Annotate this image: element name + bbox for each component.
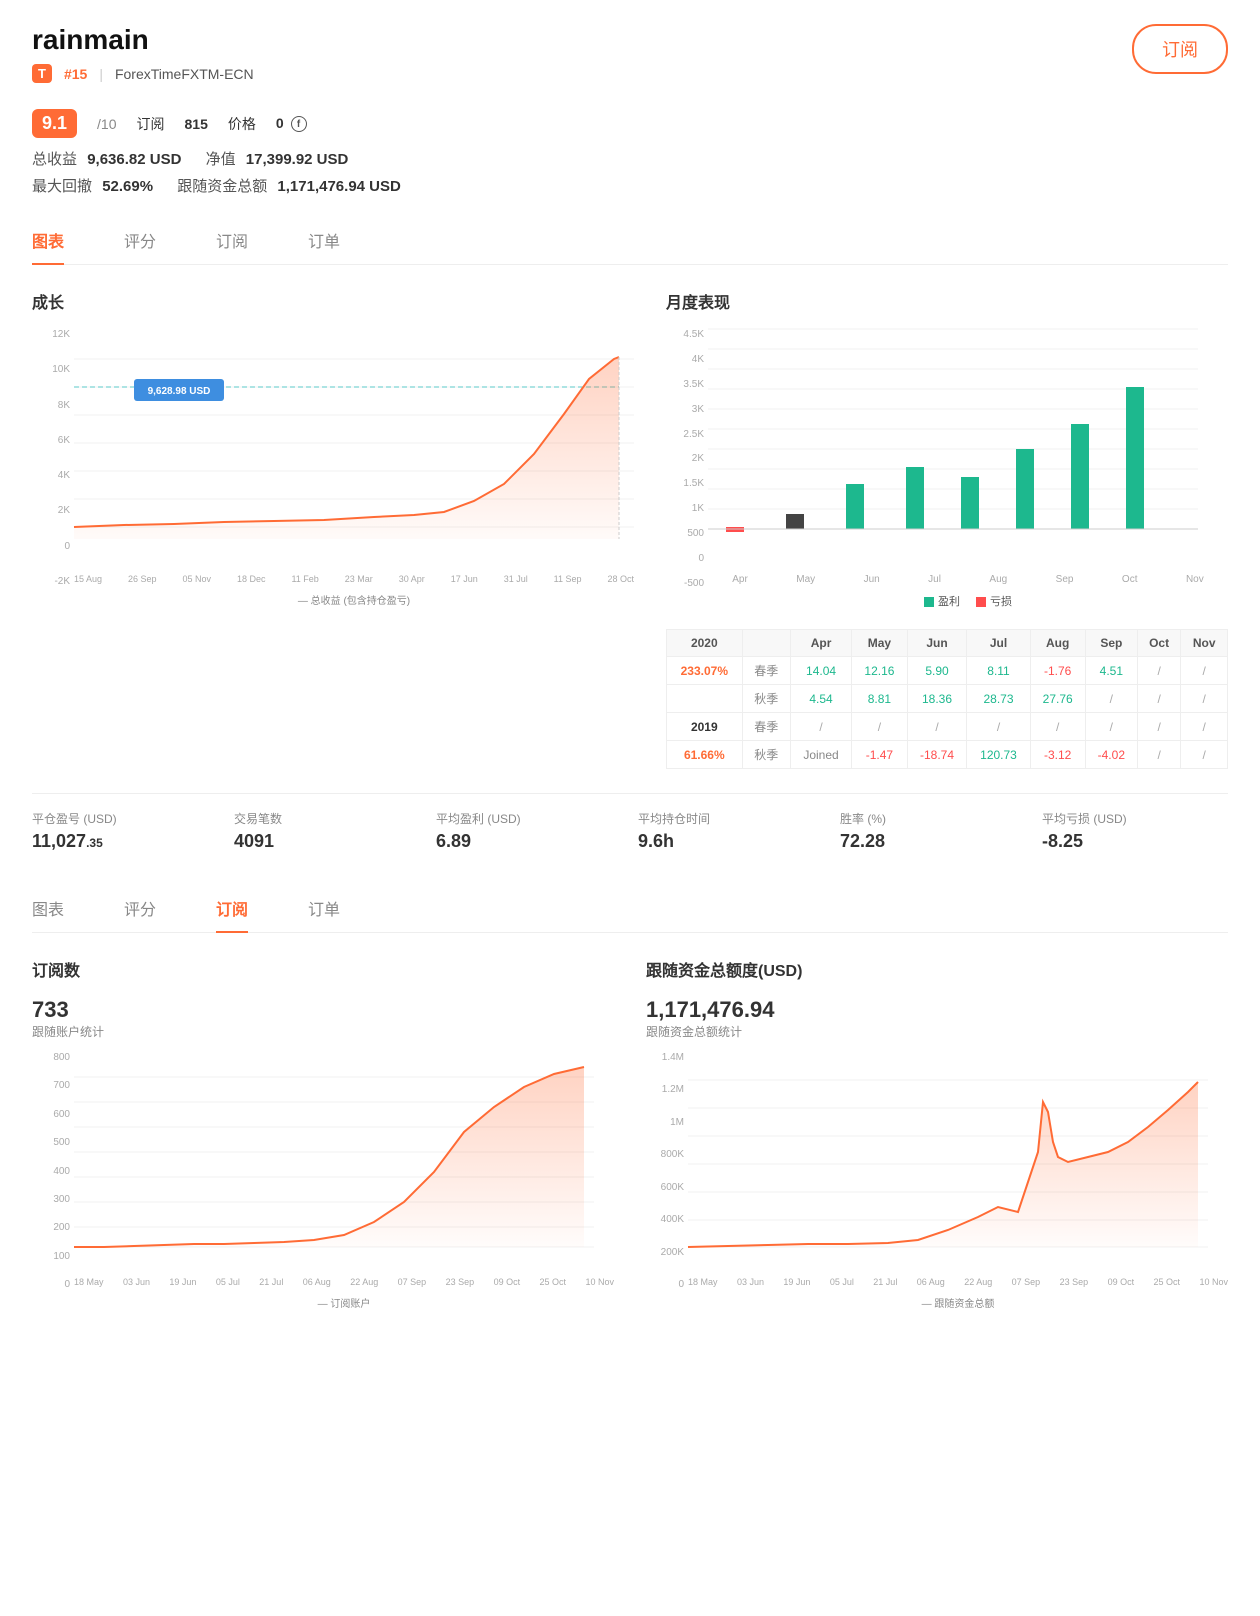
tab-2-chart[interactable]: 图表 [32, 884, 64, 932]
sub-y-labels: 8007006005004003002001000 [32, 1052, 70, 1290]
sub-x-labels: 18 May03 Jun19 Jun05 Jul21 Jul06 Aug22 A… [74, 1277, 614, 1287]
separator: | [99, 66, 103, 82]
follow-svg [688, 1052, 1208, 1272]
net-value-value: 17,399.92 USD [246, 151, 349, 168]
growth-line-label: — 总收益 (包含持仓盈亏) [74, 592, 634, 607]
subscribers-title: 订阅数 [32, 957, 614, 981]
follow-y-labels: 1.4M1.2M1M800K600K400K200K0 [646, 1052, 684, 1290]
rating-denom: /10 [97, 116, 116, 132]
follow-title: 跟随资金总额度(USD) [646, 957, 1228, 981]
follow-funds-value: 1,171,476.94 USD [277, 178, 400, 195]
growth-y-labels: 12K10K8K6K4K2K0-2K [32, 329, 70, 587]
tabs-2: 图表 评分 订阅 订单 [32, 884, 1228, 933]
stat-avg-profit: 平均盈利 (USD) 6.89 [436, 810, 622, 852]
tabs-1: 图表 评分 订阅 订单 [32, 216, 1228, 265]
table-header-year: 2020 [667, 630, 743, 657]
follow-count: 1,171,476.94 [646, 997, 1228, 1023]
table-row: 2019 春季 / / / / / / / / [667, 713, 1228, 741]
stat-avg-hold: 平均持仓时间 9.6h [638, 810, 824, 852]
growth-x-labels: 15 Aug26 Sep05 Nov18 Dec11 Feb23 Mar30 A… [74, 572, 634, 584]
total-profit-value: 9,636.82 USD [87, 151, 181, 168]
stat-equity: 平仓盈号 (USD) 11,027.35 [32, 810, 218, 852]
price-info-icon: f [291, 116, 307, 132]
monthly-svg [708, 329, 1198, 569]
growth-title: 成长 [32, 289, 634, 313]
price-label: 价格 [228, 114, 256, 134]
follow-sub: 跟随资金总额统计 [646, 1023, 1228, 1040]
tab-1-rating[interactable]: 评分 [124, 216, 156, 264]
tab-1-subscribe[interactable]: 订阅 [216, 216, 248, 264]
tab-1-orders[interactable]: 订单 [308, 216, 340, 264]
stats-grid: 平仓盈号 (USD) 11,027.35 交易笔数 4091 平均盈利 (USD… [32, 810, 1228, 852]
stat-avg-loss: 平均亏损 (USD) -8.25 [1042, 810, 1228, 852]
growth-chart-block: 成长 12K10K8K6K4K2K0-2K [32, 289, 634, 769]
stat-trades: 交易笔数 4091 [234, 810, 420, 852]
tab-2-rating[interactable]: 评分 [124, 884, 156, 932]
subscriptions-label: 订阅 [137, 114, 165, 134]
total-profit-label: 总收益 [32, 151, 77, 168]
follow-x-labels: 18 May03 Jun19 Jun05 Jul21 Jul06 Aug22 A… [688, 1277, 1228, 1287]
tab-2-orders[interactable]: 订单 [308, 884, 340, 932]
monthly-table: 2020 AprMayJunJulAugSepOctNov 233.07% 春季… [666, 629, 1228, 769]
subscribe-button[interactable]: 订阅 [1132, 24, 1228, 74]
follow-funds-label: 跟随资金总额 [177, 178, 267, 195]
subscriptions-value: 815 [185, 116, 208, 132]
bar-legend: 盈利 亏损 [708, 593, 1228, 609]
max-drawdown-value: 52.69% [102, 178, 153, 195]
tab-1-chart[interactable]: 图表 [32, 216, 64, 264]
rank: #15 [64, 66, 87, 82]
rating-box: 9.1 [32, 109, 77, 138]
subscribers-count: 733 [32, 997, 614, 1023]
max-drawdown-label: 最大回撤 [32, 178, 92, 195]
bar-x-labels: AprMayJunJulAugSepOctNov [708, 572, 1228, 585]
svg-text:9,628.98 USD: 9,628.98 USD [148, 386, 211, 397]
table-header-season [742, 630, 790, 657]
monthly-title: 月度表现 [666, 289, 1228, 313]
bar-y-labels: 4.5K4K3.5K3K2.5K2K1.5K1K5000-500 [666, 329, 704, 589]
subscribers-svg [74, 1052, 594, 1272]
brand-title: rainmain [32, 24, 254, 56]
subscribers-sub: 跟随账户统计 [32, 1023, 614, 1040]
price-value: 0 f [276, 115, 307, 132]
tab-2-subscribe[interactable]: 订阅 [216, 884, 248, 932]
monthly-chart-block: 月度表现 4.5K4K3.5K3K2.5K2K1.5K1K5000-500 [666, 289, 1228, 769]
table-row: 233.07% 春季 14.04 12.16 5.90 8.11 -1.76 4… [667, 657, 1228, 685]
sub-line-label: — 订阅账户 [74, 1295, 614, 1310]
table-row: 秋季 4.54 8.81 18.36 28.73 27.76 / / / [667, 685, 1228, 713]
net-value-label: 净值 [206, 151, 236, 168]
follow-line-label: — 跟随资金总额 [688, 1295, 1228, 1310]
t-badge: T [32, 64, 52, 83]
broker: ForexTimeFXTM-ECN [115, 66, 254, 82]
growth-svg: 9,628.98 USD [74, 329, 634, 569]
stat-winrate: 胜率 (%) 72.28 [840, 810, 1026, 852]
table-row: 61.66% 秋季 Joined -1.47 -18.74 120.73 -3.… [667, 741, 1228, 769]
subscribers-chart-block: 订阅数 733 跟随账户统计 8007006005004003002001000 [32, 957, 614, 1310]
follow-chart-block: 跟随资金总额度(USD) 1,171,476.94 跟随资金总额统计 1.4M1… [646, 957, 1228, 1310]
